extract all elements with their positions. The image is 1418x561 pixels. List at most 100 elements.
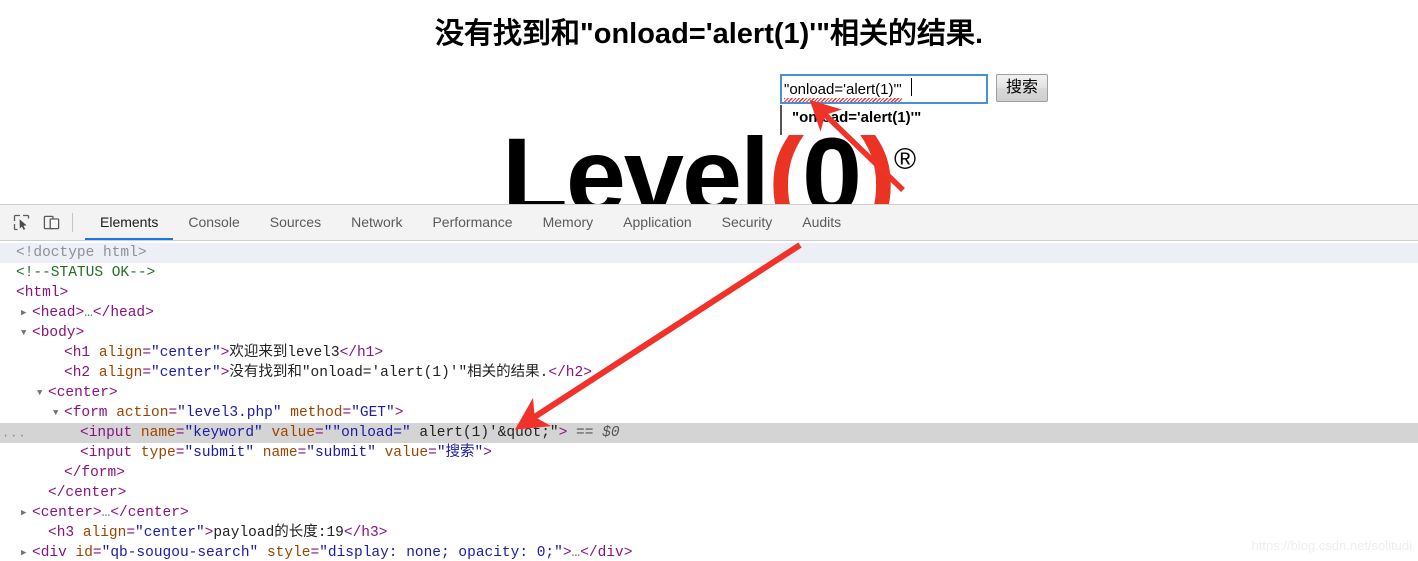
registered-trademark-icon: ®	[894, 143, 917, 176]
dom-row-form-close[interactable]: </form>	[0, 463, 1418, 483]
h3-text: payload的长度:19	[213, 525, 344, 541]
center2-open-tag: <center>	[32, 505, 102, 521]
expand-twisty-icon[interactable]: ▶	[21, 543, 31, 561]
submit-val-name: "submit"	[306, 445, 376, 461]
tab-memory[interactable]: Memory	[528, 205, 609, 240]
form-attr-method: method	[290, 405, 343, 421]
html-tag: <html>	[16, 285, 69, 301]
div-close-tag: </div>	[580, 545, 633, 561]
tab-security[interactable]: Security	[707, 205, 788, 240]
h1-close-tag: </h1>	[339, 345, 384, 361]
collapse-twisty-icon[interactable]: ▼	[53, 403, 63, 423]
input-tag-open: <input	[80, 425, 133, 441]
input-val-name: "keyword"	[184, 425, 263, 441]
search-input[interactable]	[780, 74, 988, 104]
h2-val-center: "center"	[151, 365, 221, 381]
input-val-payload-b: alert(1)'&quot;"	[419, 425, 559, 441]
site-logo: Level(0)®	[0, 122, 1418, 205]
tab-elements[interactable]: Elements	[85, 205, 174, 240]
text-caret	[911, 78, 912, 96]
dom-row-html[interactable]: <html>	[0, 283, 1418, 303]
div-gt: >	[562, 545, 572, 561]
dom-row-body[interactable]: ▼ <body>	[0, 323, 1418, 343]
h3-attr-align: align	[82, 525, 127, 541]
doctype-text: <!doctype html>	[16, 245, 147, 261]
collapsed-dots: …	[84, 305, 93, 321]
form-val-action: "level3.php"	[177, 405, 282, 421]
head-close-tag: </head>	[92, 305, 154, 321]
selected-node-marker: == $0	[576, 425, 620, 441]
autocomplete-dropdown: "onload='alert(1)'"	[780, 105, 984, 135]
h2-close-tag: </h2>	[548, 365, 592, 381]
h1-tag-open: <h1	[64, 345, 91, 361]
tab-audits[interactable]: Audits	[787, 205, 856, 240]
watermark: https://blog.csdn.net/solitudi	[1251, 538, 1412, 553]
div-attr-id: id	[75, 545, 93, 561]
status-comment-text: <!--STATUS OK-->	[16, 265, 156, 281]
body-open-tag: <body>	[32, 325, 85, 341]
tab-sources[interactable]: Sources	[255, 205, 336, 240]
collapse-twisty-icon[interactable]: ▼	[37, 383, 47, 403]
dom-row-input-submit[interactable]: <input type="submit" name="submit" value…	[0, 443, 1418, 463]
dom-row-form-open[interactable]: ▼ <form action="level3.php" method="GET">	[0, 403, 1418, 423]
search-input-wrap	[780, 74, 988, 104]
input-attr-value: value	[271, 425, 315, 441]
center2-close-tag: </center>	[110, 505, 189, 521]
dom-row-status-comment[interactable]: <!--STATUS OK-->	[0, 263, 1418, 283]
h1-text: 欢迎来到level3	[229, 345, 340, 361]
search-button[interactable]: 搜索	[996, 74, 1049, 102]
h2-text: 没有找到和"onload='alert(1)'"相关的结果.	[229, 365, 549, 381]
div-val-style: "display: none; opacity: 0;"	[319, 545, 563, 561]
h1-attr-align: align	[98, 345, 143, 361]
expand-twisty-icon[interactable]: ▶	[21, 303, 31, 323]
submit-attr-value: value	[384, 445, 429, 461]
h1-val-center: "center"	[151, 345, 221, 361]
dom-row-center-collapsed[interactable]: ▶ <center>…</center>	[0, 503, 1418, 523]
h2-attr-align: align	[98, 365, 143, 381]
dom-row-h3[interactable]: <h3 align="center">payload的长度:19</h3>	[0, 523, 1418, 543]
page-heading: 没有找到和"onload='alert(1)'"相关的结果.	[434, 18, 984, 50]
submit-val-value: "搜索"	[436, 445, 484, 461]
browser-page-viewport: 没有找到和"onload='alert(1)'"相关的结果. Level(0)®…	[0, 0, 1418, 204]
device-toolbar-icon[interactable]	[36, 205, 66, 240]
h3-tag-open: <h3	[48, 525, 75, 541]
form-close-tag: </form>	[64, 465, 125, 481]
submit-tag-open: <input	[80, 445, 133, 461]
submit-gt: >	[483, 445, 492, 461]
head-open-tag: <head>	[32, 305, 85, 321]
search-form: 搜索	[780, 74, 1049, 104]
dom-row-center-open[interactable]: ▼ <center>	[0, 383, 1418, 403]
dom-row-head[interactable]: ▶ <head>…</head>	[0, 303, 1418, 323]
inspect-element-icon[interactable]	[6, 205, 36, 240]
devtools-panel: Elements Console Sources Network Perform…	[0, 204, 1418, 561]
form-attr-action: action	[116, 405, 169, 421]
input-val-payload-a: ""onload="	[323, 425, 411, 441]
h2-tag-open: <h2	[64, 365, 91, 381]
dom-row-doctype[interactable]: <!doctype html>	[0, 243, 1418, 263]
h3-val-center: "center"	[135, 525, 205, 541]
form-gt: >	[394, 405, 404, 421]
tab-performance[interactable]: Performance	[417, 205, 527, 240]
tab-network[interactable]: Network	[336, 205, 417, 240]
dom-row-h2[interactable]: <h2 align="center">没有找到和"onload='alert(1…	[0, 363, 1418, 383]
submit-val-type: "submit"	[184, 445, 255, 461]
dom-row-div-sougou[interactable]: ▶ <div id="qb-sougou-search" style="displ…	[0, 543, 1418, 561]
devtools-toolbar: Elements Console Sources Network Perform…	[0, 205, 1418, 241]
center-open-tag: <center>	[48, 385, 118, 401]
expand-twisty-icon[interactable]: ▶	[21, 503, 31, 523]
input-attr-name: name	[140, 425, 176, 441]
form-val-method: "GET"	[351, 405, 395, 421]
autocomplete-item[interactable]: "onload='alert(1)'"	[782, 105, 984, 126]
devtools-tab-bar: Elements Console Sources Network Perform…	[85, 205, 856, 240]
site-logo-prefix: Level	[501, 115, 770, 205]
tab-application[interactable]: Application	[608, 205, 707, 240]
dom-row-center-close[interactable]: </center>	[0, 483, 1418, 503]
dom-row-h1[interactable]: <h1 align="center">欢迎来到level3</h1>	[0, 343, 1418, 363]
tab-console[interactable]: Console	[173, 205, 254, 240]
h3-close-tag: </h3>	[343, 525, 388, 541]
submit-attr-name: name	[262, 445, 298, 461]
collapse-twisty-icon[interactable]: ▼	[21, 323, 31, 343]
collapsed-dots: …	[571, 545, 581, 561]
div-tag-open: <div	[32, 545, 67, 561]
dom-row-input-keyword[interactable]: ··· <input name="keyword" value=""onload=…	[0, 423, 1418, 443]
